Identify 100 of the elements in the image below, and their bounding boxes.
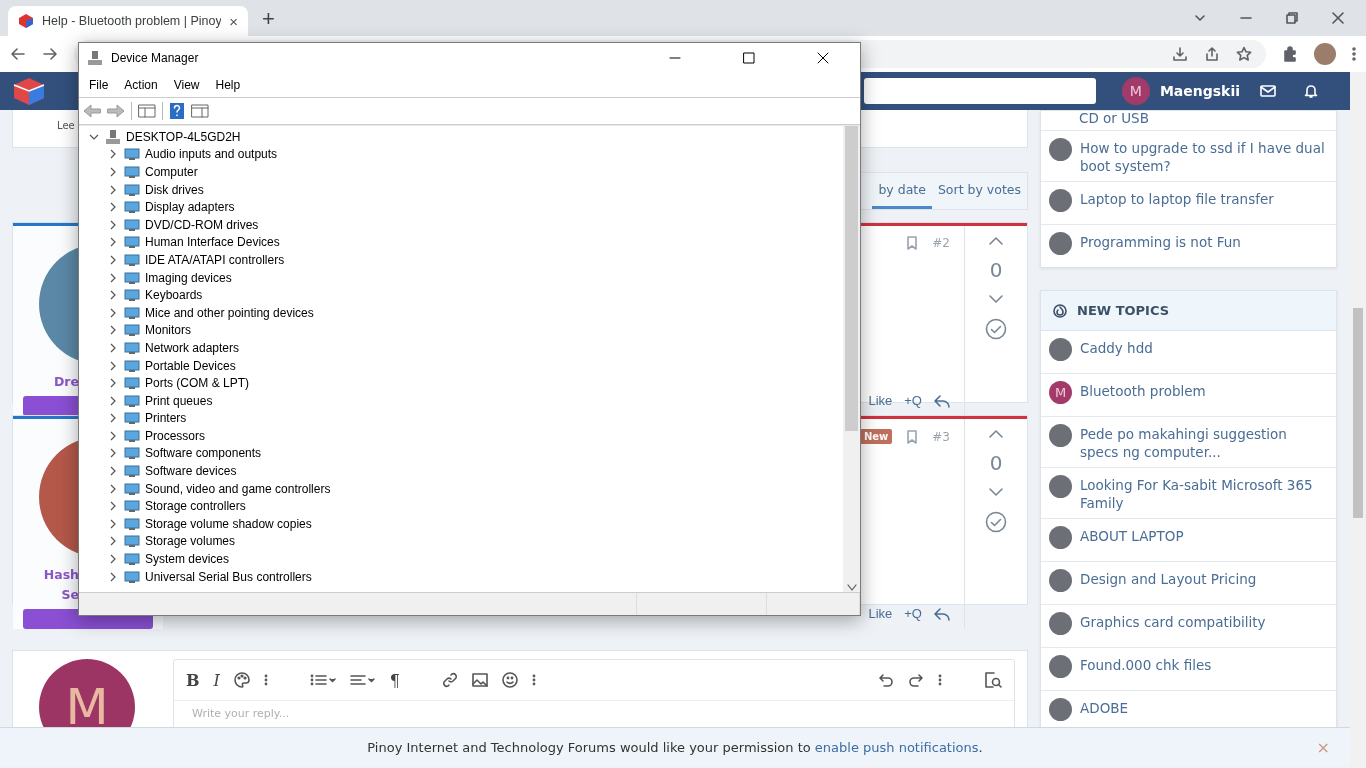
tree-item[interactable]: Audio inputs and outputs [145,147,278,162]
avatar-placeholder[interactable] [1049,475,1072,498]
more-icon[interactable] [532,673,537,687]
downvote-icon[interactable] [988,294,1004,304]
tree-item[interactable]: Display adapters [145,200,235,215]
bell-icon[interactable] [1304,83,1318,99]
menu-item[interactable]: View [165,78,208,92]
tree-item[interactable]: Ports (COM & LPT) [145,376,249,391]
tree-item[interactable]: Portable Devices [145,358,236,373]
bookmark-icon[interactable] [906,236,919,250]
tree-item[interactable]: Storage controllers [145,499,246,514]
more-icon[interactable] [263,673,268,687]
browser-tab[interactable]: Help - Bluetooth problem | Pinoy × [8,6,248,36]
avatar-placeholder[interactable] [1049,424,1072,447]
author-name[interactable]: Hash Se [27,565,79,605]
search-field[interactable] [863,78,1096,104]
list-icon[interactable] [309,673,336,687]
link-icon[interactable] [442,672,459,688]
back-arrow-icon[interactable] [10,46,26,62]
avatar-placeholder[interactable] [1049,338,1072,361]
tree-item[interactable]: Storage volume shadow copies [145,516,312,531]
forward-arrow-icon[interactable] [107,104,125,118]
tree-item[interactable]: IDE ATA/ATAPI controllers [145,252,285,267]
topic-link[interactable]: Bluetooth problem [1080,380,1206,400]
topic-link[interactable]: ABOUT LAPTOP [1080,525,1184,545]
topic-link[interactable]: How to upgrade to ssd if I have dual boot system? [1080,137,1328,175]
forward-arrow-icon[interactable] [42,46,58,62]
italic-button[interactable]: I [213,670,220,690]
redo-icon[interactable] [908,672,924,688]
bookmark-icon[interactable] [906,429,919,444]
scrollbar-thumb[interactable] [845,126,858,431]
like-link[interactable]: Like [868,393,893,408]
topic-link[interactable]: Caddy hdd [1080,337,1153,357]
new-tab-button[interactable]: + [262,6,275,32]
scroll-down-icon[interactable] [846,584,857,592]
tree-item[interactable]: Disk drives [145,182,204,197]
reply-icon[interactable] [934,393,950,408]
sort-tab[interactable]: by date [872,173,932,209]
preview-icon[interactable] [984,672,1002,688]
avatar-placeholder[interactable] [1049,189,1072,212]
topic-link[interactable]: Laptop to laptop file transfer [1080,188,1274,208]
avatar-placeholder[interactable] [1049,569,1072,592]
menu-item[interactable]: File [81,78,117,92]
tree-item[interactable]: Printers [145,411,187,426]
tree-item[interactable]: DVD/CD-ROM drives [145,217,259,232]
scrollbar-thumb[interactable] [1353,308,1363,518]
more-icon[interactable] [1352,46,1356,62]
topic-link[interactable]: Design and Layout Pricing [1080,568,1257,588]
mail-icon[interactable] [1260,84,1276,98]
tree-item[interactable]: Network adapters [145,340,240,355]
action-pane-icon[interactable] [191,103,209,119]
more-icon[interactable] [938,673,942,687]
tree-item[interactable]: Computer [145,165,198,179]
star-icon[interactable] [1236,46,1252,62]
user-avatar[interactable]: M [1049,381,1072,404]
tree-item[interactable]: Universal Serial Bus controllers [145,569,312,584]
tree-item[interactable]: Print queues [145,393,213,408]
upvote-icon[interactable] [988,429,1004,439]
tree-item[interactable]: Imaging devices [145,270,232,285]
paragraph-button[interactable]: ¶ [389,670,401,690]
check-circle-icon[interactable] [985,318,1007,340]
download-icon[interactable] [1172,46,1188,62]
topic-link[interactable]: CD or USB [1079,111,1149,126]
avatar-placeholder[interactable] [1049,526,1072,549]
check-circle-icon[interactable] [985,511,1007,533]
avatar-placeholder[interactable] [1049,138,1072,161]
back-arrow-icon[interactable] [83,104,101,118]
avatar-placeholder[interactable] [1049,698,1072,721]
topic-link[interactable]: ADOBE [1080,697,1129,717]
author-name[interactable]: Dre [27,372,79,392]
avatar-placeholder[interactable] [1049,655,1072,678]
avatar-placeholder[interactable] [1049,232,1072,255]
enable-notifications-link[interactable]: enable push notifications [814,739,979,755]
undo-icon[interactable] [878,672,894,688]
chevron-down-icon[interactable] [1194,12,1206,24]
console-tree-icon[interactable] [138,103,156,119]
quote-link[interactable]: +Q [904,393,922,408]
share-icon[interactable] [1204,46,1220,62]
smiley-icon[interactable] [502,672,519,688]
menu-item[interactable]: Help [207,78,249,92]
align-icon[interactable] [349,673,376,687]
avatar-placeholder[interactable] [1049,612,1072,635]
tree-item[interactable]: DESKTOP-4L5GD2H [126,129,241,144]
menu-item[interactable]: Action [116,78,166,92]
tree-item[interactable]: Human Interface Devices [145,235,280,250]
cube-logo[interactable] [12,76,46,106]
topic-link[interactable]: Looking For Ka-sabit Microsoft 365 Family [1080,474,1328,512]
tree-item[interactable]: Mice and other pointing devices [145,305,314,320]
restore-icon[interactable] [1286,12,1298,24]
downvote-icon[interactable] [988,487,1004,497]
help-icon[interactable] [169,102,185,120]
quote-link[interactable]: +Q [904,606,922,621]
topic-link[interactable]: Graphics card compatibility [1080,611,1266,631]
user-avatar[interactable]: M [1121,77,1150,105]
tree-item[interactable]: Monitors [145,323,191,338]
tree-item[interactable]: Processors [145,428,206,443]
tree-item[interactable]: System devices [145,552,230,567]
tree-item[interactable]: Storage volumes [145,534,236,549]
tree-item[interactable]: Sound, video and game controllers [145,481,331,496]
tree-item[interactable]: Software components [145,446,262,461]
